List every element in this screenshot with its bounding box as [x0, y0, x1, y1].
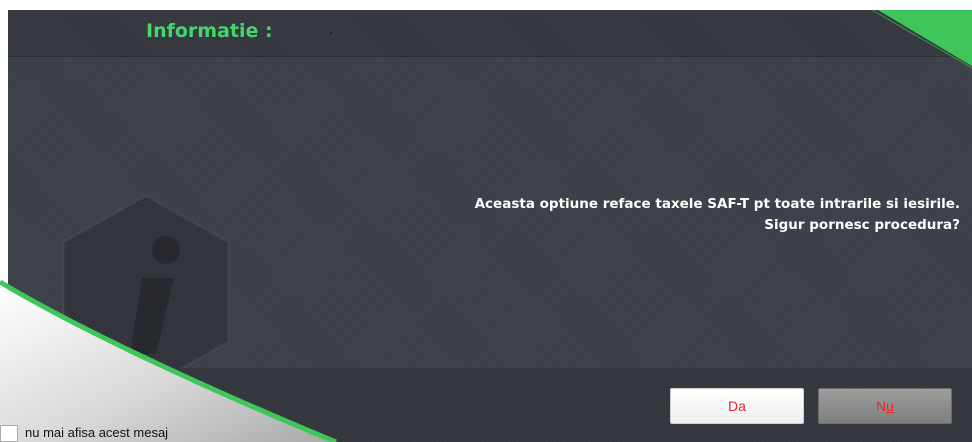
info-icon: [62, 194, 230, 390]
dialog-header: Informatie :: [8, 10, 972, 57]
dialog-message: Aceasta optiune reface taxele SAF-T pt t…: [475, 194, 960, 236]
message-line-1: Aceasta optiune reface taxele SAF-T pt t…: [474, 196, 960, 212]
header-dot: [330, 32, 332, 34]
no-button-label: Nu: [876, 398, 894, 414]
confirmation-dialog: Informatie : Aceasta optiune reface taxe…: [8, 10, 972, 442]
dont-show-again-label: nu mai afisa acest mesaj: [25, 425, 169, 440]
message-line-2: Sigur pornesc procedura?: [764, 217, 960, 233]
dont-show-again-checkbox[interactable]: [0, 425, 18, 442]
dialog-title: Informatie :: [146, 20, 273, 42]
no-button[interactable]: Nu: [818, 388, 952, 424]
yes-button[interactable]: Da: [670, 388, 804, 424]
yes-button-label: Da: [728, 398, 746, 414]
